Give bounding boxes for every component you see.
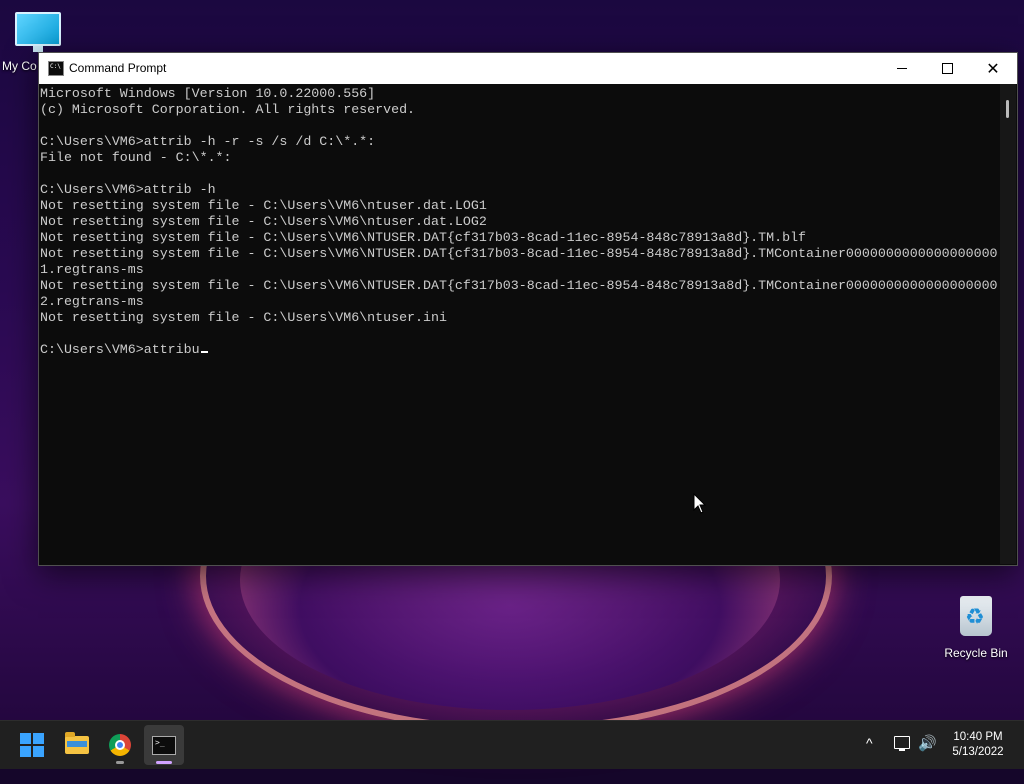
network-icon (894, 736, 910, 751)
chevron-up-icon: ^ (866, 735, 873, 751)
console-line: File not found - C:\*.*: (40, 150, 232, 165)
console-line: C:\Users\VM6>attrib -h (40, 182, 216, 197)
taskbar-file-explorer[interactable] (57, 725, 97, 765)
minimize-button[interactable] (879, 53, 925, 84)
close-icon: ✕ (986, 58, 1000, 78)
show-hidden-icons-button[interactable]: ^ (866, 735, 873, 783)
scrollbar-thumb[interactable] (1006, 100, 1009, 118)
maximize-button[interactable] (924, 53, 970, 84)
title-bar[interactable]: Command Prompt ✕ (39, 53, 1017, 84)
maximize-icon (941, 63, 953, 74)
console-line: Not resetting system file - C:\Users\VM6… (40, 246, 998, 261)
folder-icon (65, 732, 89, 754)
mouse-pointer-icon (693, 493, 707, 514)
console-output[interactable]: Microsoft Windows [Version 10.0.22000.55… (39, 84, 999, 566)
text-cursor (200, 351, 208, 353)
command-prompt-window[interactable]: Command Prompt ✕ Microsoft Windows [Vers… (38, 52, 1018, 566)
console-prompt-line[interactable]: C:\Users\VM6>attribu (39, 342, 999, 358)
console-line: Not resetting system file - C:\Users\VM6… (40, 198, 487, 213)
active-indicator (156, 761, 172, 764)
taskbar-chrome[interactable] (100, 725, 140, 765)
recycle-bin-icon (960, 596, 992, 636)
console-line: Not resetting system file - C:\Users\VM6… (40, 230, 807, 245)
minimize-icon (897, 68, 907, 69)
start-button[interactable] (12, 725, 52, 765)
console-line: Not resetting system file - C:\Users\VM6… (40, 278, 998, 293)
console-line: (c) Microsoft Corporation. All rights re… (40, 102, 416, 117)
cmd-icon (152, 735, 176, 755)
desktop-icon-recycle-bin[interactable]: Recycle Bin (940, 596, 1012, 660)
clock-time: 10:40 PM (953, 731, 1003, 743)
volume-button[interactable]: 🔊 (918, 734, 937, 782)
vertical-scrollbar[interactable] (1000, 84, 1016, 564)
console-line: 2.regtrans-ms (40, 294, 144, 309)
prompt-text: C:\Users\VM6>attribu (40, 342, 200, 357)
network-button[interactable] (894, 736, 910, 784)
clock-date: 5/13/2022 (952, 746, 1004, 758)
cmd-icon[interactable] (48, 61, 64, 76)
taskbar-command-prompt[interactable] (144, 725, 184, 765)
windows-start-icon (20, 733, 44, 757)
console-line: Microsoft Windows [Version 10.0.22000.55… (40, 86, 376, 101)
running-indicator (116, 761, 124, 764)
desktop-icon-label: Recycle Bin (944, 646, 1008, 660)
desktop-icon-label: My Co (2, 59, 37, 73)
console-line: C:\Users\VM6>attrib -h -r -s /s /d C:\*.… (40, 134, 376, 149)
window-title: Command Prompt (69, 61, 167, 75)
monitor-icon (15, 12, 61, 46)
taskbar: ^ 🔊 10:40 PM 5/13/2022 (0, 720, 1024, 769)
console-line: 1.regtrans-ms (40, 262, 144, 277)
volume-icon: 🔊 (918, 735, 937, 752)
close-button[interactable]: ✕ (970, 53, 1016, 84)
console-line: Not resetting system file - C:\Users\VM6… (40, 214, 487, 229)
system-clock[interactable]: 10:40 PM 5/13/2022 (946, 730, 1010, 760)
console-line: Not resetting system file - C:\Users\VM6… (40, 310, 447, 325)
chrome-icon (109, 734, 131, 756)
desktop-icon-my-computer[interactable]: My Co (0, 8, 76, 73)
